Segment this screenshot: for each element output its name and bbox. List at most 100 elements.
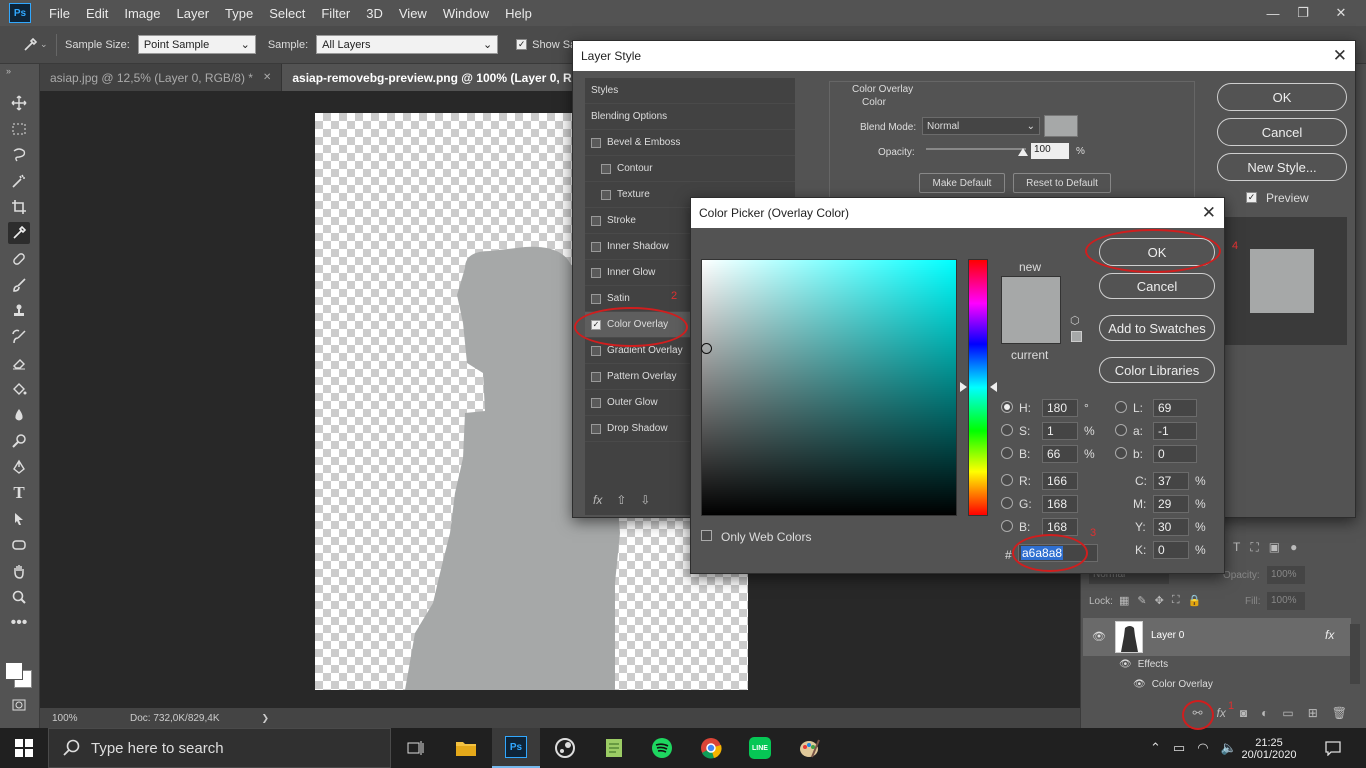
lasso-tool-icon[interactable] bbox=[8, 144, 30, 166]
blur-tool-icon[interactable] bbox=[8, 404, 30, 426]
crop-tool-icon[interactable] bbox=[8, 196, 30, 218]
layer-name[interactable]: Layer 0 bbox=[1151, 630, 1184, 641]
zoom-level[interactable]: 100% bbox=[52, 713, 112, 724]
checkbox[interactable] bbox=[591, 137, 601, 148]
menu-edit[interactable]: Edit bbox=[78, 6, 116, 21]
sample-size-select[interactable]: Point Sample ⌄ bbox=[137, 35, 256, 54]
group-icon[interactable]: ▭ bbox=[1282, 706, 1293, 720]
new-layer-icon[interactable]: ⊞ bbox=[1308, 706, 1318, 720]
s-input[interactable]: 1 bbox=[1042, 422, 1078, 440]
make-default-button[interactable]: Make Default bbox=[919, 173, 1005, 193]
reset-default-button[interactable]: Reset to Default bbox=[1013, 173, 1111, 193]
type-tool-icon[interactable]: T bbox=[8, 482, 30, 504]
layer-row[interactable]: 👁 Layer 0 fx bbox=[1083, 618, 1351, 656]
eye-icon[interactable]: 👁 bbox=[1092, 630, 1106, 643]
checkbox[interactable] bbox=[601, 163, 611, 174]
checkbox[interactable] bbox=[591, 241, 601, 252]
lock-pixels-icon[interactable]: ▦ bbox=[1119, 594, 1129, 607]
type-filter-icon[interactable]: T bbox=[1233, 540, 1240, 555]
saturation-brightness-field[interactable] bbox=[701, 259, 957, 516]
h-radio[interactable] bbox=[1001, 401, 1013, 413]
notepad-icon[interactable] bbox=[590, 728, 638, 768]
menu-window[interactable]: Window bbox=[435, 6, 497, 21]
file-explorer-icon[interactable] bbox=[442, 728, 490, 768]
stamp-tool-icon[interactable] bbox=[8, 300, 30, 322]
lab-b-input[interactable]: 0 bbox=[1153, 445, 1197, 463]
shape-tool-icon[interactable] bbox=[8, 534, 30, 556]
shape-filter-icon[interactable]: ⛶ bbox=[1250, 540, 1258, 555]
layer-style-cancel-button[interactable]: Cancel bbox=[1217, 118, 1347, 146]
l-input[interactable]: 69 bbox=[1153, 399, 1197, 417]
menu-type[interactable]: Type bbox=[217, 6, 261, 21]
steam-icon[interactable] bbox=[541, 728, 589, 768]
magic-wand-tool-icon[interactable] bbox=[8, 170, 30, 192]
style-item-contour[interactable]: Contour bbox=[585, 156, 795, 182]
show-sampling-checkbox[interactable]: ✓ bbox=[516, 39, 528, 50]
toggle-filter-icon[interactable]: ● bbox=[1290, 540, 1297, 555]
opacity-slider-handle[interactable] bbox=[1018, 148, 1028, 156]
fill-value[interactable]: 100% bbox=[1267, 592, 1305, 610]
blue-radio[interactable] bbox=[1001, 520, 1013, 532]
collapse-icon[interactable]: » bbox=[6, 66, 11, 76]
color-picker-titlebar[interactable]: Color Picker (Overlay Color) ✕ bbox=[691, 198, 1224, 228]
wifi-icon[interactable]: ◠ bbox=[1197, 740, 1208, 756]
hue-slider[interactable] bbox=[968, 259, 988, 516]
web-safe-swatch[interactable] bbox=[1071, 331, 1082, 342]
color-picker-cancel-button[interactable]: Cancel bbox=[1099, 273, 1215, 299]
checkbox[interactable] bbox=[591, 345, 601, 356]
effect-item-row[interactable]: 👁 Color Overlay bbox=[1133, 674, 1333, 694]
quick-mask-icon[interactable] bbox=[8, 694, 30, 716]
close-icon[interactable]: ✕ bbox=[1333, 47, 1347, 64]
current-color-swatch[interactable] bbox=[1001, 310, 1061, 344]
smart-filter-icon[interactable]: ▣ bbox=[1269, 540, 1280, 555]
y-input[interactable]: 30 bbox=[1153, 518, 1189, 536]
marquee-tool-icon[interactable] bbox=[8, 118, 30, 140]
checkbox[interactable] bbox=[591, 293, 601, 304]
move-down-icon[interactable]: ⇩ bbox=[640, 493, 650, 507]
new-style-button[interactable]: New Style... bbox=[1217, 153, 1347, 181]
r-radio[interactable] bbox=[1001, 474, 1013, 486]
notification-icon[interactable] bbox=[1318, 728, 1348, 768]
menu-help[interactable]: Help bbox=[497, 6, 540, 21]
battery-icon[interactable]: ▭ bbox=[1173, 740, 1185, 756]
menu-select[interactable]: Select bbox=[261, 6, 313, 21]
style-item-blending[interactable]: Blending Options bbox=[585, 104, 795, 130]
b-radio[interactable] bbox=[1001, 447, 1013, 459]
lab-b-radio[interactable] bbox=[1115, 447, 1127, 459]
overlay-color-swatch[interactable] bbox=[1044, 115, 1078, 137]
g-input[interactable]: 168 bbox=[1042, 495, 1078, 513]
status-arrow-icon[interactable]: ❯ bbox=[262, 713, 270, 724]
start-button[interactable] bbox=[0, 728, 48, 768]
h-input[interactable]: 180 bbox=[1042, 399, 1078, 417]
tab-asiap-jpg[interactable]: asiap.jpg @ 12,5% (Layer 0, RGB/8) * ✕ bbox=[40, 64, 283, 91]
layers-opacity-value[interactable]: 100% bbox=[1267, 566, 1305, 584]
hue-slider-right-handle[interactable] bbox=[990, 382, 997, 392]
only-web-colors-checkbox[interactable] bbox=[701, 530, 712, 541]
style-item-styles[interactable]: Styles bbox=[585, 78, 795, 104]
layer-style-ok-button[interactable]: OK bbox=[1217, 83, 1347, 111]
photoshop-icon[interactable]: Ps bbox=[492, 728, 540, 768]
brush-tool-icon[interactable] bbox=[8, 274, 30, 296]
chevron-up-icon[interactable]: ⌃ bbox=[1150, 740, 1161, 756]
move-tool-icon[interactable] bbox=[8, 92, 30, 114]
l-radio[interactable] bbox=[1115, 401, 1127, 413]
lock-artboard-icon[interactable]: ⛶ bbox=[1172, 594, 1180, 607]
move-up-icon[interactable]: ⇧ bbox=[616, 493, 626, 507]
eyedropper-icon[interactable]: ⌄ bbox=[22, 37, 48, 53]
checkbox[interactable] bbox=[591, 397, 601, 408]
fx-icon[interactable]: fx bbox=[1217, 706, 1226, 720]
preview-checkbox[interactable]: ✓ bbox=[1246, 192, 1257, 203]
layer-style-titlebar[interactable]: Layer Style ✕ bbox=[573, 41, 1355, 71]
minimize-button[interactable]: — bbox=[1258, 0, 1288, 26]
effects-row[interactable]: 👁 Effects bbox=[1119, 654, 1319, 674]
path-select-tool-icon[interactable] bbox=[8, 508, 30, 530]
fx-menu-icon[interactable]: fx bbox=[593, 493, 602, 507]
fx-badge[interactable]: fx bbox=[1325, 628, 1334, 642]
menu-image[interactable]: Image bbox=[116, 6, 168, 21]
brightness-input[interactable]: 66 bbox=[1042, 445, 1078, 463]
eye-icon[interactable]: 👁 bbox=[1119, 659, 1132, 670]
adjustment-icon[interactable]: ◐ bbox=[1261, 706, 1268, 720]
taskbar-search[interactable]: Type here to search bbox=[48, 728, 391, 768]
a-input[interactable]: -1 bbox=[1153, 422, 1197, 440]
line-icon[interactable]: LINE bbox=[736, 728, 784, 768]
